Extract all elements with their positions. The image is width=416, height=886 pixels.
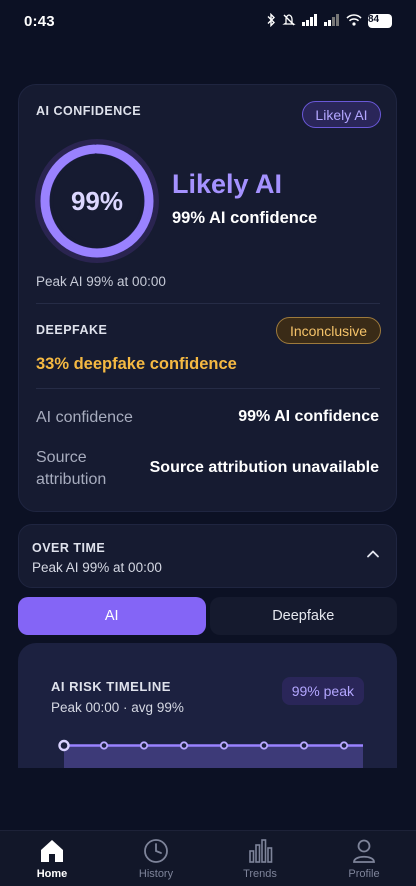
ai-confidence-row-value: 99% AI confidence [238,408,379,425]
over-time-section[interactable]: OVER TIME Peak AI 99% at 00:00 [18,524,397,588]
divider [36,303,380,304]
status-time: 0:43 [24,12,55,30]
user-icon [353,839,375,863]
mute-icon [282,13,296,30]
ai-risk-timeline-card: AI RISK TIMELINE Peak 00:00 · avg 99% 99… [18,643,397,768]
tab-bar: AI Deepfake [18,597,397,635]
timeline-point [139,741,149,750]
ai-confidence-label: AI CONFIDENCE [36,104,142,118]
peak-ai-line: Peak AI 99% at 00:00 [36,274,166,289]
divider [36,388,380,389]
tab-ai[interactable]: AI [18,597,206,635]
bluetooth-icon [266,12,276,30]
wifi-icon [346,13,362,29]
ring-value: 99% [70,185,124,216]
nav-history-label: History [138,868,174,880]
likely-ai-badge: Likely AI [302,101,381,128]
timeline-area [64,745,363,768]
deepfake-confidence: 33% deepfake confidence [36,355,237,373]
nav-home[interactable]: Home [12,837,92,880]
ai-confidence-row-label: AI confidence [36,409,133,426]
over-time-subtitle: Peak AI 99% at 00:00 [32,560,162,575]
timeline-point [299,741,309,750]
inconclusive-badge: Inconclusive [276,317,381,344]
timeline-chart [58,739,363,768]
nav-home-label: Home [36,868,68,880]
verdict-detail: 99% AI confidence [172,209,318,227]
nav-profile-label: Profile [348,868,380,880]
nav-history[interactable]: History [116,837,196,880]
timeline-point [179,741,189,750]
deepfake-label: DEEPFAKE [36,323,108,337]
timeline-point [339,741,349,750]
bar-chart-icon [249,839,273,863]
ai-confidence-card: AI CONFIDENCE Likely AI 99% Likely AI 99… [18,84,397,512]
nav-trends[interactable]: Trends [220,837,300,880]
signal-2-icon [324,13,340,29]
tab-deepfake[interactable]: Deepfake [209,597,397,635]
signal-icon [302,13,318,29]
status-icons: 84 [266,12,392,30]
timeline-point [99,741,109,750]
status-bar: 0:43 84 [0,0,416,42]
timeline-point [219,741,229,750]
timeline-point [259,741,269,750]
battery-indicator: 84 [368,14,392,28]
home-icon [41,840,63,862]
verdict-title: Likely AI [172,169,283,199]
nav-trends-label: Trends [243,868,277,880]
chevron-up-icon[interactable] [366,547,380,561]
bottom-nav: Home History Trends Profile [0,830,416,886]
confidence-ring: 99% [35,139,159,263]
timeline-point [58,739,70,752]
source-attribution-row-value: Source attribution unavailable [149,459,379,476]
source-attribution-row-label: Source attribution [36,449,107,488]
over-time-title: OVER TIME [32,541,106,555]
nav-profile[interactable]: Profile [324,837,404,880]
clock-icon [144,839,168,863]
